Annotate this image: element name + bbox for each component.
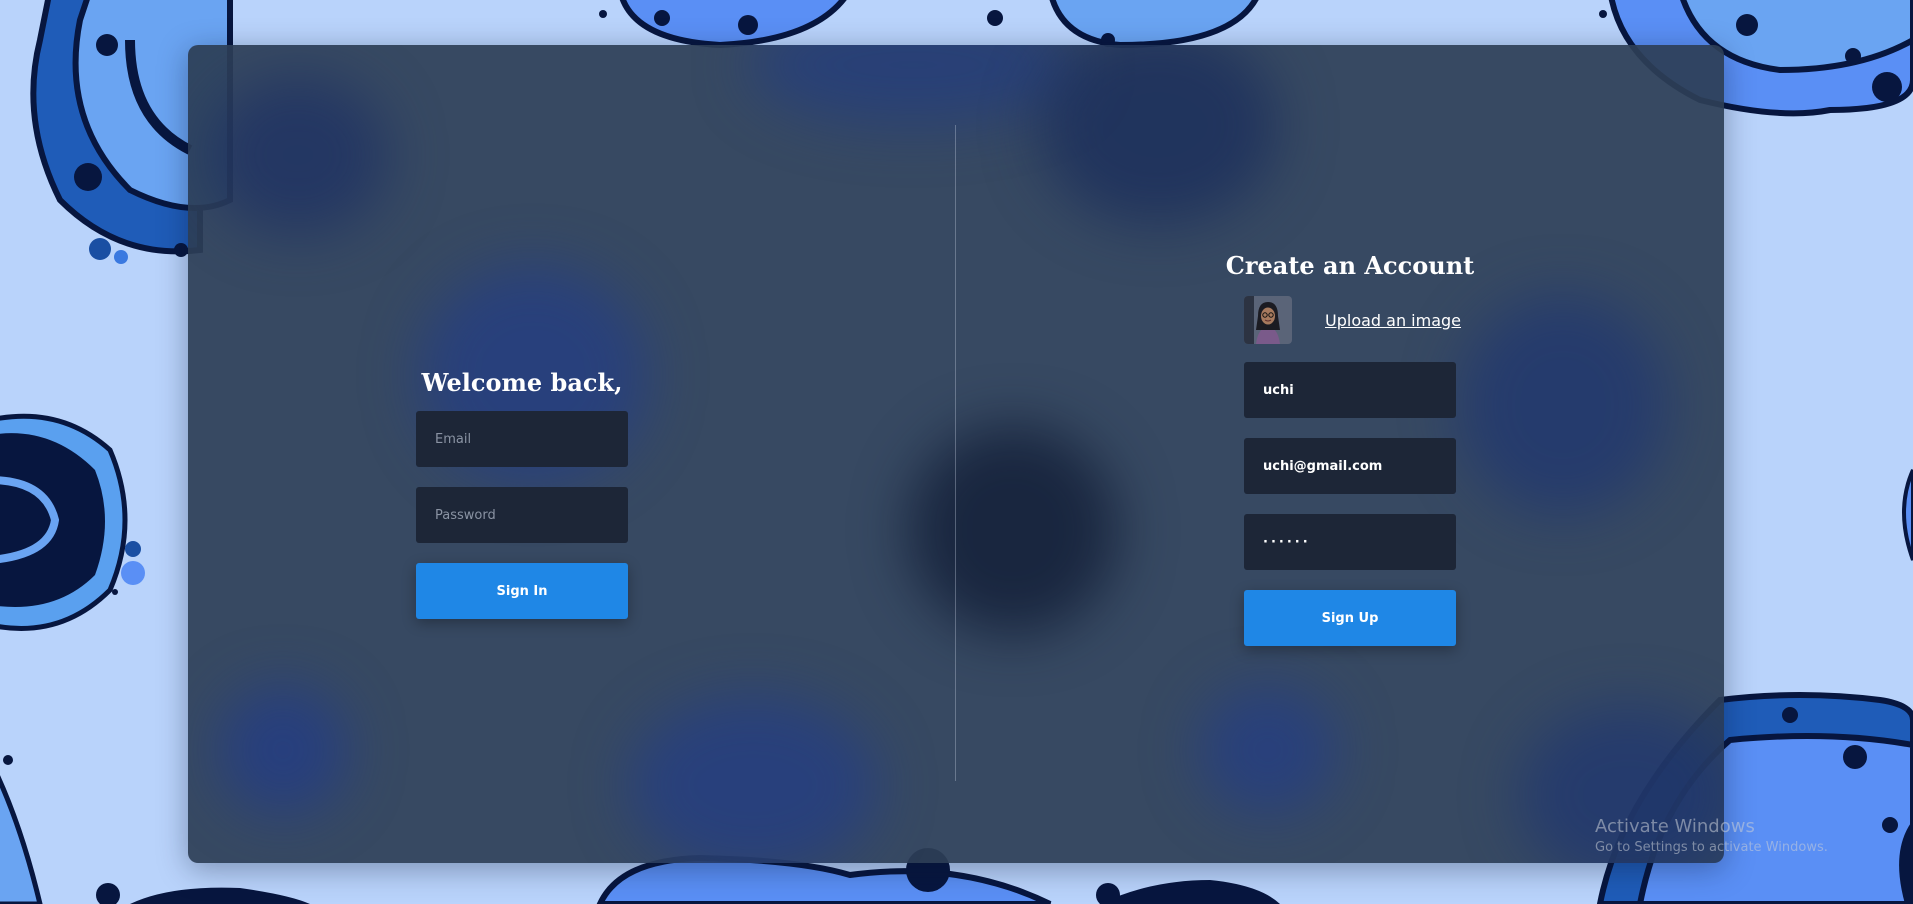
upload-image-link[interactable]: Upload an image [1325,311,1461,330]
signup-name-input[interactable] [1244,362,1456,418]
signin-email-input[interactable] [416,411,628,467]
watermark-title: Activate Windows [1595,816,1755,837]
signup-password-input[interactable] [1244,514,1456,570]
blob-right-middle [1902,469,1913,561]
profile-photo-icon [1244,296,1292,344]
avatar [1244,296,1292,344]
sign-up-button[interactable]: Sign Up [1244,590,1456,646]
glass-reflection [748,45,1078,125]
glass-reflection [628,695,878,863]
signin-password-input[interactable] [416,487,628,543]
glass-reflection [218,685,348,815]
glass-reflection [208,75,388,235]
signup-panel: Create an Account Upload an image Sign U… [1226,251,1474,646]
auth-card: Welcome back, Sign In Create an Account … [188,45,1724,863]
panel-divider [955,125,956,781]
signup-title: Create an Account [1225,251,1475,280]
blob-top-middle [599,0,1259,49]
activate-windows-watermark: Activate Windows Go to Settings to activ… [1595,816,1828,855]
signup-email-input[interactable] [1244,438,1456,494]
glass-reflection [908,425,1118,635]
signin-title: Welcome back, [421,368,623,397]
signin-panel: Welcome back, Sign In [416,321,628,619]
glass-reflection [1198,685,1338,815]
glass-reflection [1038,45,1278,225]
glass-reflection [1458,295,1668,515]
blob-left-middle [0,413,145,631]
sign-in-button[interactable]: Sign In [416,563,628,619]
watermark-subtitle: Go to Settings to activate Windows. [1595,840,1828,855]
upload-row: Upload an image [1244,296,1461,344]
